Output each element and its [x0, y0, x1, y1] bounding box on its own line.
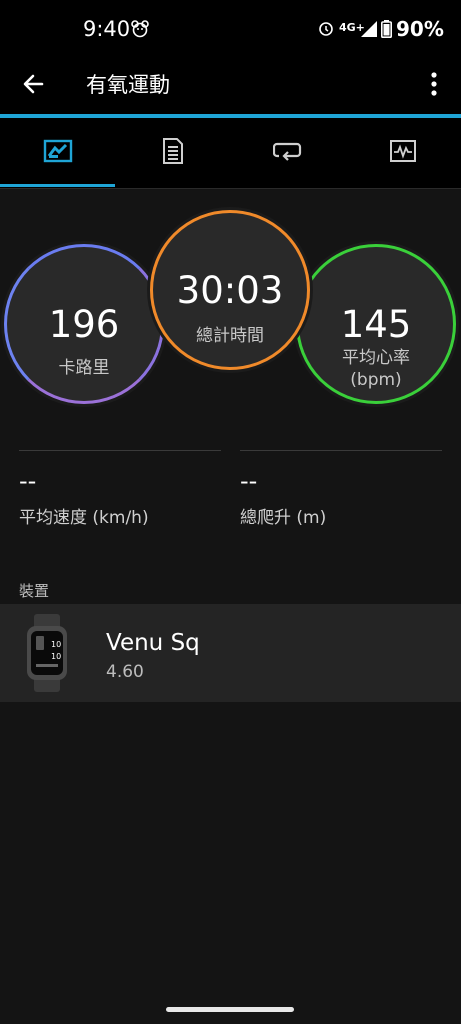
- chart-icon: [43, 139, 73, 167]
- total-time-gauge: 30:03 總計時間: [150, 210, 310, 370]
- total-ascent-label: 總爬升 (m): [240, 508, 327, 528]
- calories-value: 196: [48, 303, 120, 346]
- device-name: Venu Sq: [106, 630, 200, 656]
- tab-bar: [0, 118, 461, 189]
- device-section-title: 裝置: [19, 582, 50, 600]
- tab-selected-indicator: [0, 184, 115, 187]
- watch-screen-bottom: 10: [51, 652, 61, 661]
- status-time: 9:40: [83, 17, 131, 41]
- avg-heart-rate-gauge: 145 平均心率 (bpm): [296, 244, 456, 404]
- document-icon: [162, 137, 184, 169]
- watch-screen-top: 10: [51, 640, 61, 649]
- alarm-icon: [318, 20, 334, 40]
- status-bar: 9:40 4G+ 90%: [0, 0, 461, 60]
- tab-laps[interactable]: [230, 118, 345, 188]
- calories-gauge: 196 卡路里: [4, 244, 164, 404]
- total-time-value: 30:03: [176, 269, 284, 312]
- total-ascent-value: --: [240, 467, 258, 495]
- loop-icon: [272, 140, 303, 166]
- app-bar: 有氧運動: [0, 60, 461, 114]
- heart-graph-icon: [389, 139, 417, 167]
- home-indicator[interactable]: [166, 1007, 294, 1012]
- device-row[interactable]: 10 10 Venu Sq 4.60: [0, 604, 461, 702]
- avg-hr-value: 145: [340, 303, 412, 346]
- tab-graphs[interactable]: [345, 118, 460, 188]
- bear-icon: [131, 20, 149, 42]
- avg-speed-label: 平均速度 (km/h): [19, 508, 149, 528]
- avg-hr-unit: (bpm): [350, 370, 402, 390]
- battery-icon: [381, 20, 392, 42]
- avg-speed-metric: -- 平均速度 (km/h): [19, 450, 221, 528]
- page-title: 有氧運動: [86, 73, 170, 97]
- avg-speed-value: --: [19, 467, 37, 495]
- avg-hr-label: 平均心率: [342, 348, 410, 368]
- battery-percent: 90%: [396, 17, 444, 41]
- smartwatch-icon: 10 10: [26, 614, 68, 696]
- total-ascent-metric: -- 總爬升 (m): [240, 450, 442, 528]
- tab-details[interactable]: [115, 118, 230, 188]
- tab-summary[interactable]: [0, 118, 115, 188]
- signal-icon: [360, 20, 378, 42]
- calories-label: 卡路里: [58, 358, 110, 378]
- total-time-label: 總計時間: [196, 326, 264, 346]
- device-version: 4.60: [106, 662, 144, 682]
- back-arrow-icon[interactable]: [20, 70, 48, 98]
- more-options-icon[interactable]: [424, 70, 444, 98]
